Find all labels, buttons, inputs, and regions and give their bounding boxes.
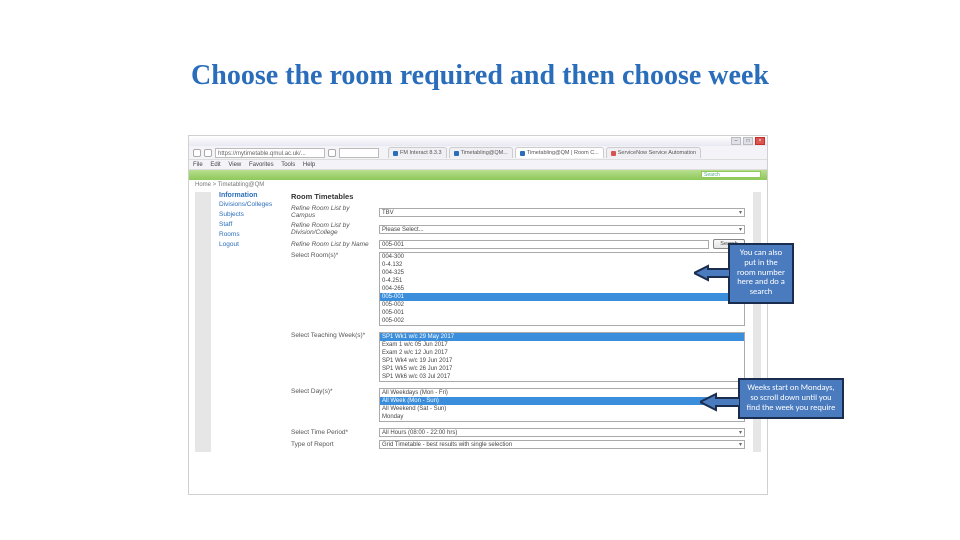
menu-item[interactable]: File: [193, 162, 203, 168]
list-option[interactable]: 005-002: [380, 317, 744, 325]
browser-window: – □ × https://mytimetable.qmul.ac.uk/...…: [188, 135, 768, 495]
maximize-button[interactable]: □: [743, 137, 753, 145]
list-option[interactable]: Exam 2 w/c 12 Jun 2017: [380, 349, 744, 357]
list-option[interactable]: All Weekdays (Mon - Fri): [380, 389, 744, 397]
label-roomname: Refine Room List by Name: [291, 241, 375, 248]
label-days: Select Day(s)*: [291, 388, 375, 395]
tab-label: Timetabling@QM | Room C...: [527, 148, 599, 159]
callout-room-search: You can also put in the room number here…: [728, 243, 794, 304]
list-option[interactable]: SP1 Wk4 w/c 19 Jun 2017: [380, 357, 744, 365]
list-option[interactable]: All Weekend (Sat - Sun): [380, 405, 744, 413]
list-option[interactable]: All Week (Mon - Sun): [380, 397, 744, 405]
list-option[interactable]: 005-002: [380, 301, 744, 309]
days-listbox[interactable]: All Weekdays (Mon - Fri)All Week (Mon - …: [379, 388, 745, 422]
browser-navbar: https://mytimetable.qmul.ac.uk/... FM In…: [189, 146, 767, 160]
browser-search[interactable]: [339, 148, 379, 158]
list-option[interactable]: SP1 Wk5 w/c 26 Jun 2017: [380, 365, 744, 373]
tab-label: ServiceNow Service Automation: [618, 148, 696, 159]
list-option[interactable]: 004-325: [380, 269, 744, 277]
label-campus: Refine Room List by Campus: [291, 205, 375, 219]
minimize-button[interactable]: –: [731, 137, 741, 145]
tab-item[interactable]: Timetabling@QM...: [449, 147, 513, 158]
tab-item[interactable]: Timetabling@QM | Room C...: [515, 147, 604, 158]
slide-title: Choose the room required and then choose…: [0, 60, 960, 92]
sidebar-heading: Information: [219, 192, 283, 199]
forward-button[interactable]: [204, 149, 212, 157]
weeks-listbox[interactable]: SP1 Wk1 w/c 29 May 2017Exam 1 w/c 05 Jun…: [379, 332, 745, 382]
site-header: Search: [189, 170, 767, 180]
sidebar-item-rooms[interactable]: Rooms: [219, 231, 283, 238]
list-option[interactable]: 004-300: [380, 253, 744, 261]
menu-item[interactable]: Tools: [281, 162, 295, 168]
close-button[interactable]: ×: [755, 137, 765, 145]
refresh-button[interactable]: [328, 149, 336, 157]
report-select[interactable]: Grid Timetable - best results with singl…: [379, 440, 745, 449]
list-option[interactable]: SP1 Wk1 w/c 29 May 2017: [380, 333, 744, 341]
label-report: Type of Report: [291, 441, 375, 448]
tab-item[interactable]: ServiceNow Service Automation: [606, 147, 701, 158]
list-option[interactable]: SP1 Wk6 w/c 03 Jul 2017: [380, 373, 744, 381]
gutter-left: [195, 192, 211, 452]
list-option[interactable]: Monday: [380, 413, 744, 421]
label-division: Refine Room List by Division/College: [291, 222, 375, 236]
back-button[interactable]: [193, 149, 201, 157]
menu-item[interactable]: Favorites: [249, 162, 274, 168]
label-time: Select Time Period*: [291, 429, 375, 436]
list-option[interactable]: 0-4.251: [380, 277, 744, 285]
tab-bar: FM Interact 8.3.3 Timetabling@QM... Time…: [388, 147, 701, 158]
label-weeks: Select Teaching Week(s)*: [291, 332, 375, 339]
sidebar-item-subjects[interactable]: Subjects: [219, 211, 283, 218]
list-option[interactable]: 005-001: [380, 293, 744, 301]
menu-item[interactable]: Help: [303, 162, 315, 168]
sidebar-item-logout[interactable]: Logout: [219, 241, 283, 248]
list-option[interactable]: Exam 1 w/c 05 Jun 2017: [380, 341, 744, 349]
sidebar-item-staff[interactable]: Staff: [219, 221, 283, 228]
tab-icon: [393, 151, 398, 156]
tab-icon: [611, 151, 616, 156]
list-option[interactable]: 005-001: [380, 309, 744, 317]
site-search[interactable]: Search: [701, 171, 761, 178]
window-titlebar: – □ ×: [189, 136, 767, 146]
campus-select[interactable]: TBV: [379, 208, 745, 217]
division-select[interactable]: Please Select...: [379, 225, 745, 234]
page-content: Information Divisions/Colleges Subjects …: [189, 190, 767, 458]
tab-item[interactable]: FM Interact 8.3.3: [388, 147, 447, 158]
time-select[interactable]: All Hours (08:00 - 22:00 hrs): [379, 428, 745, 437]
tab-icon: [520, 151, 525, 156]
tab-label: FM Interact 8.3.3: [400, 148, 442, 159]
breadcrumb: Home > Timetabling@QM: [189, 180, 767, 190]
tab-icon: [454, 151, 459, 156]
sidebar-item-divisions[interactable]: Divisions/Colleges: [219, 201, 283, 208]
callout-weeks: Weeks start on Mondays, so scroll down u…: [738, 378, 844, 419]
menu-item[interactable]: Edit: [210, 162, 220, 168]
tab-label: Timetabling@QM...: [461, 148, 508, 159]
page-title: Room Timetables: [291, 192, 745, 201]
main-panel: Room Timetables Refine Room List by Camp…: [291, 192, 745, 452]
roomname-input[interactable]: 005-001: [379, 240, 709, 249]
browser-menu: File Edit View Favorites Tools Help: [189, 160, 767, 170]
arrow-icon: [700, 392, 740, 412]
label-rooms: Select Room(s)*: [291, 252, 375, 259]
sidebar: Information Divisions/Colleges Subjects …: [219, 192, 283, 452]
menu-item[interactable]: View: [228, 162, 241, 168]
address-bar[interactable]: https://mytimetable.qmul.ac.uk/...: [215, 148, 325, 158]
rooms-listbox[interactable]: 004-3000-4.132004-3250-4.251004-265005-0…: [379, 252, 745, 326]
list-option[interactable]: 0-4.132: [380, 261, 744, 269]
list-option[interactable]: 004-265: [380, 285, 744, 293]
arrow-icon: [694, 264, 730, 282]
